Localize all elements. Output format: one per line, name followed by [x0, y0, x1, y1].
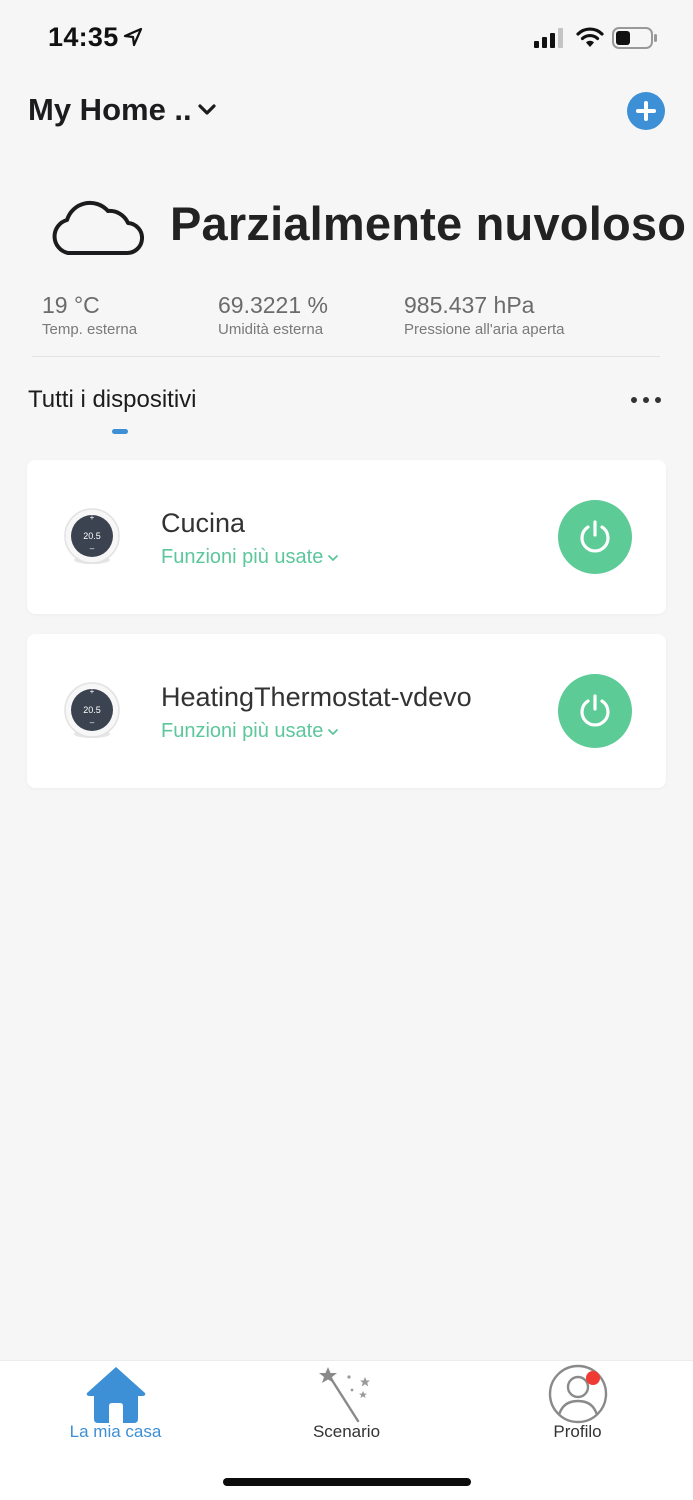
status-bar: 14:35 — [0, 0, 693, 76]
add-device-button[interactable] — [627, 92, 665, 130]
profile-icon — [548, 1364, 608, 1424]
stat-label: Umidità esterna — [218, 321, 324, 338]
stat-value: 985.437 hPa — [404, 292, 535, 318]
stat-label: Pressione all'aria aperta — [404, 321, 565, 338]
cloud-icon — [52, 200, 144, 256]
power-icon — [580, 694, 610, 727]
most-used-label: Funzioni più usate — [161, 720, 324, 742]
wifi-icon — [576, 27, 604, 47]
more-options-icon[interactable] — [628, 392, 664, 408]
tab-scenario[interactable]: Scenario — [231, 1361, 462, 1451]
cellular-signal-icon — [534, 28, 563, 48]
svg-text:–: – — [90, 544, 95, 553]
notification-badge — [586, 1371, 600, 1385]
tab-home[interactable]: La mia casa — [0, 1361, 231, 1451]
tab-label: Profilo — [553, 1422, 602, 1441]
tab-all-devices[interactable]: Tutti i dispositivi — [28, 386, 197, 414]
status-time: 14:35 — [48, 22, 119, 52]
tab-label: Scenario — [312, 1422, 381, 1441]
svg-text:–: – — [90, 718, 95, 727]
tab-profile[interactable]: Profilo — [462, 1361, 693, 1451]
device-card-cucina[interactable]: + 20.5 – Cucina Funzioni più usate — [27, 460, 666, 614]
location-arrow-icon — [123, 27, 143, 47]
thermostat-temp: 20.5 — [83, 531, 101, 541]
thermostat-icon: + 20.5 – — [64, 508, 120, 564]
outdoor-humidity-stat: 69.3221 % Umidità esterna — [218, 292, 328, 338]
weather-condition: Parzialmente nuvoloso — [170, 197, 687, 250]
svg-text:+: + — [90, 687, 95, 696]
thermostat-temp: 20.5 — [83, 705, 101, 715]
stat-value: 19 °C — [42, 292, 100, 318]
power-icon — [580, 520, 610, 553]
chevron-down-icon — [328, 728, 339, 735]
svg-text:+: + — [90, 513, 95, 522]
outdoor-temperature-stat: 19 °C Temp. esterna — [42, 292, 137, 338]
home-indicator — [223, 1478, 471, 1486]
device-name: Cucina — [161, 508, 246, 538]
power-button[interactable] — [558, 500, 632, 574]
most-used-label: Funzioni più usate — [161, 546, 324, 568]
home-icon — [86, 1367, 146, 1423]
home-selector-title[interactable]: My Home .. — [28, 92, 192, 128]
stat-value: 69.3221 % — [218, 292, 328, 318]
device-name: HeatingThermostat-vdevo — [161, 682, 472, 712]
chevron-down-icon — [328, 554, 339, 561]
chevron-down-icon[interactable] — [196, 100, 218, 120]
active-tab-indicator — [112, 429, 128, 434]
stat-label: Temp. esterna — [42, 321, 138, 338]
device-card-heating-thermostat[interactable]: + 20.5 – HeatingThermostat-vdevo Funzion… — [27, 634, 666, 788]
tab-label: La mia casa — [69, 1422, 162, 1441]
thermostat-icon: + 20.5 – — [64, 682, 120, 738]
magic-wand-icon — [319, 1367, 370, 1423]
battery-icon — [612, 27, 657, 49]
most-used-functions-link[interactable]: Funzioni più usate — [161, 720, 339, 743]
power-button[interactable] — [558, 674, 632, 748]
most-used-functions-link[interactable]: Funzioni più usate — [161, 546, 339, 569]
outdoor-pressure-stat: 985.437 hPa Pressione all'aria aperta — [404, 292, 564, 338]
divider — [32, 356, 660, 357]
